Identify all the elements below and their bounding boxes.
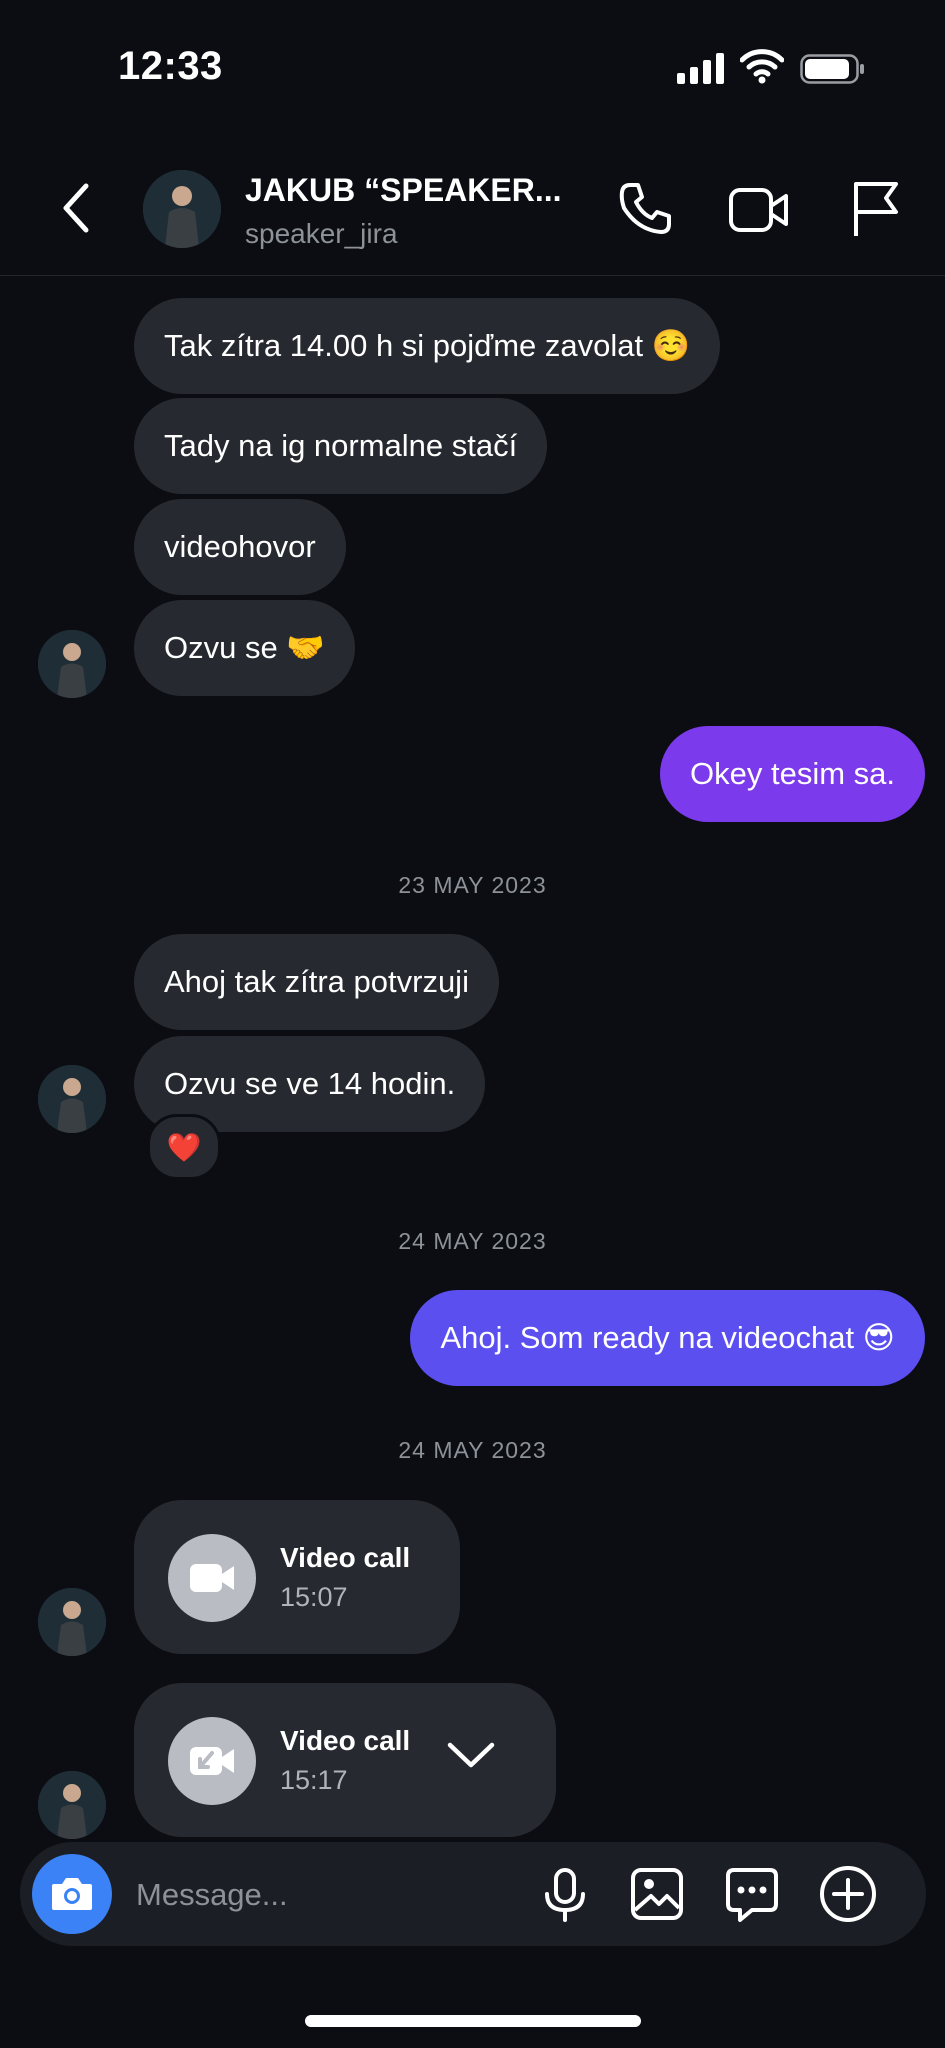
sender-avatar[interactable] xyxy=(38,1771,106,1839)
date-separator: 24 MAY 2023 xyxy=(398,1437,547,1463)
message-bubble-outgoing[interactable]: Okey tesim sa. xyxy=(660,726,925,822)
status-time: 12:33 xyxy=(118,44,223,88)
person-avatar-icon xyxy=(143,170,221,248)
call-time: 15:17 xyxy=(280,1765,348,1795)
flag-report-icon[interactable] xyxy=(850,180,900,238)
message-bubble-incoming[interactable]: videohovor xyxy=(134,499,346,595)
camera-icon xyxy=(52,1878,92,1910)
phone-call-icon[interactable] xyxy=(616,180,674,238)
message-input[interactable] xyxy=(134,1862,518,1928)
battery-icon xyxy=(800,54,864,84)
person-avatar-icon xyxy=(38,1771,106,1839)
contact-username[interactable]: speaker_jira xyxy=(245,218,398,250)
header-divider xyxy=(0,275,945,276)
video-camera-icon xyxy=(168,1534,256,1622)
date-separator: 24 MAY 2023 xyxy=(398,1228,547,1254)
call-time: 15:07 xyxy=(280,1582,348,1612)
video-call-card[interactable]: Video call 15:07 xyxy=(134,1500,460,1654)
message-bubble-incoming[interactable]: Tady na ig normalne stačí xyxy=(134,398,548,494)
heart-reaction: ❤️ xyxy=(166,1131,202,1163)
message-bubble-incoming[interactable]: Ahoj tak zítra potvrzuji xyxy=(134,934,499,1030)
cellular-signal-icon xyxy=(677,52,724,84)
sender-avatar[interactable] xyxy=(38,630,106,698)
header-avatar[interactable] xyxy=(143,170,221,248)
person-avatar-icon xyxy=(38,1065,106,1133)
sender-avatar[interactable] xyxy=(38,1588,106,1656)
gallery-image-icon[interactable] xyxy=(627,1864,687,1924)
person-avatar-icon xyxy=(38,630,106,698)
wifi-icon xyxy=(740,49,784,84)
message-bubble-incoming[interactable]: Ozvu se 🤝 xyxy=(134,600,355,696)
incoming-video-call-icon xyxy=(168,1717,256,1805)
camera-button[interactable] xyxy=(32,1854,112,1934)
back-arrow-icon[interactable] xyxy=(56,180,96,236)
message-bubble-outgoing[interactable]: Ahoj. Som ready na videochat 😎 xyxy=(410,1290,925,1386)
message-bubble-incoming[interactable]: Tak zítra 14.00 h si pojďme zavolat ☺️ xyxy=(134,298,721,394)
home-indicator[interactable] xyxy=(305,2015,641,2027)
contact-name[interactable]: JAKUB “SPEAKER... xyxy=(245,172,562,209)
call-title: Video call xyxy=(280,1725,411,1756)
microphone-icon[interactable] xyxy=(535,1864,595,1924)
call-title: Video call xyxy=(280,1542,411,1573)
video-call-icon[interactable] xyxy=(728,184,790,236)
chevron-down-icon[interactable] xyxy=(446,1741,496,1771)
date-separator: 23 MAY 2023 xyxy=(398,872,547,898)
reaction-badge[interactable]: ❤️ xyxy=(147,1114,221,1180)
person-avatar-icon xyxy=(38,1588,106,1656)
sender-avatar[interactable] xyxy=(38,1065,106,1133)
sticker-chat-icon[interactable] xyxy=(722,1864,782,1924)
video-call-card[interactable]: Video call 15:17 xyxy=(134,1683,556,1837)
add-plus-icon[interactable] xyxy=(818,1864,878,1924)
